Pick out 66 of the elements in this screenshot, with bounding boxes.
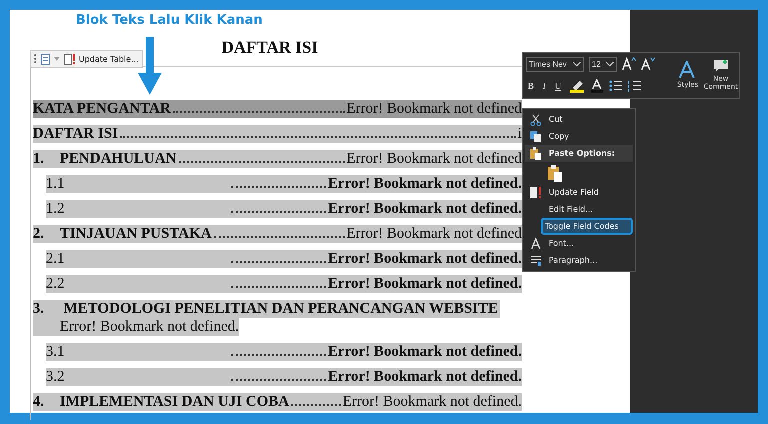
font-icon [531, 238, 541, 249]
page-reference: Error! Bookmark not defined. [328, 275, 522, 293]
section-number: 3.1 [46, 343, 65, 361]
menu-item[interactable]: Paragraph... [525, 252, 633, 269]
section-number: 2.2 [46, 275, 65, 293]
font-color-icon[interactable] [590, 79, 604, 93]
menu-item[interactable]: Copy [525, 128, 633, 145]
section-number: 1.1 [46, 175, 65, 193]
page-reference: Error! Bookmark not defined. [328, 200, 522, 218]
section-number: 2.1 [46, 250, 65, 268]
scissors-icon [530, 114, 542, 126]
section-number: 1.2 [46, 200, 65, 218]
highlighter-icon[interactable] [568, 79, 585, 93]
chevron-down-icon[interactable] [573, 62, 581, 66]
page-reference: Error! Bookmark not defined [346, 100, 522, 118]
bold-button[interactable]: B [526, 81, 536, 91]
shrink-font-icon[interactable] [641, 57, 655, 71]
font-size-field[interactable]: 12 [589, 56, 617, 72]
comment-icon [713, 59, 729, 73]
menu-item[interactable]: Update Field [525, 184, 633, 201]
entry-title: KATA PENGANTAR [33, 100, 171, 118]
update-document-icon [64, 54, 76, 64]
down-arrow-icon [138, 37, 162, 95]
chapter-number: 2. [33, 225, 46, 243]
chevron-down-icon[interactable] [606, 62, 614, 66]
page-reference: Error! Bookmark not defined. [60, 319, 240, 335]
menu-item[interactable]: Toggle Field Codes [541, 218, 633, 235]
chapter-number: 4. [33, 393, 46, 411]
page-reference: Error! Bookmark not defined. [328, 343, 522, 361]
page-reference: Error! Bookmark not defined. [328, 175, 522, 193]
menu-item[interactable]: Font... [525, 235, 633, 252]
chapter-number: 1. [33, 150, 46, 168]
paragraph-icon [530, 255, 542, 266]
font-name-field[interactable]: Times Nev [526, 56, 584, 72]
entry-title: IMPLEMENTASI DAN UJI COBA [60, 393, 290, 411]
entry-title: METODOLOGI PENELITIAN DAN PERANCANGAN WEBSITE [64, 301, 498, 317]
page-reference: Error! Bookmark not defined. [342, 393, 522, 411]
dropdown-caret-icon[interactable] [54, 57, 60, 61]
menu-item[interactable]: Edit Field... [525, 201, 633, 218]
entry-title: DAFTAR ISI [33, 125, 118, 143]
page-reference: Error! Bookmark not defined [346, 150, 522, 168]
update-table-button[interactable]: Update Table... [64, 54, 139, 64]
bullet-list-icon[interactable] [608, 80, 623, 92]
paste-keep-formatting-icon[interactable] [547, 164, 563, 182]
annotation-label: Blok Teks Lalu Klik Kanan [76, 13, 263, 28]
menu-item[interactable]: Cut [525, 111, 633, 128]
styles-icon [678, 61, 698, 79]
section-number: 3.2 [46, 368, 65, 386]
chapter-number: 3. [33, 300, 46, 318]
grow-font-icon[interactable] [622, 57, 636, 71]
paste-options-header: Paste Options: [525, 145, 633, 162]
copy-icon [530, 130, 542, 142]
page-reference: Error! Bookmark not defined. [328, 250, 522, 268]
page-reference: Error! Bookmark not defined [346, 225, 522, 243]
update-document-icon [530, 186, 542, 198]
entry-title: PENDAHULUAN [60, 150, 177, 168]
page-reference: i [518, 125, 522, 143]
entry-title: TINJAUAN PUSTAKA [60, 225, 212, 243]
italic-button[interactable]: I [541, 81, 548, 91]
numbered-list-icon[interactable] [628, 80, 642, 92]
document-icon[interactable] [41, 54, 50, 64]
clipboard-icon [530, 147, 542, 160]
document-title: DAFTAR ISI [222, 38, 318, 57]
page-reference: Error! Bookmark not defined. [328, 368, 522, 386]
grip-icon [34, 54, 37, 64]
underline-button[interactable]: U [553, 81, 564, 91]
